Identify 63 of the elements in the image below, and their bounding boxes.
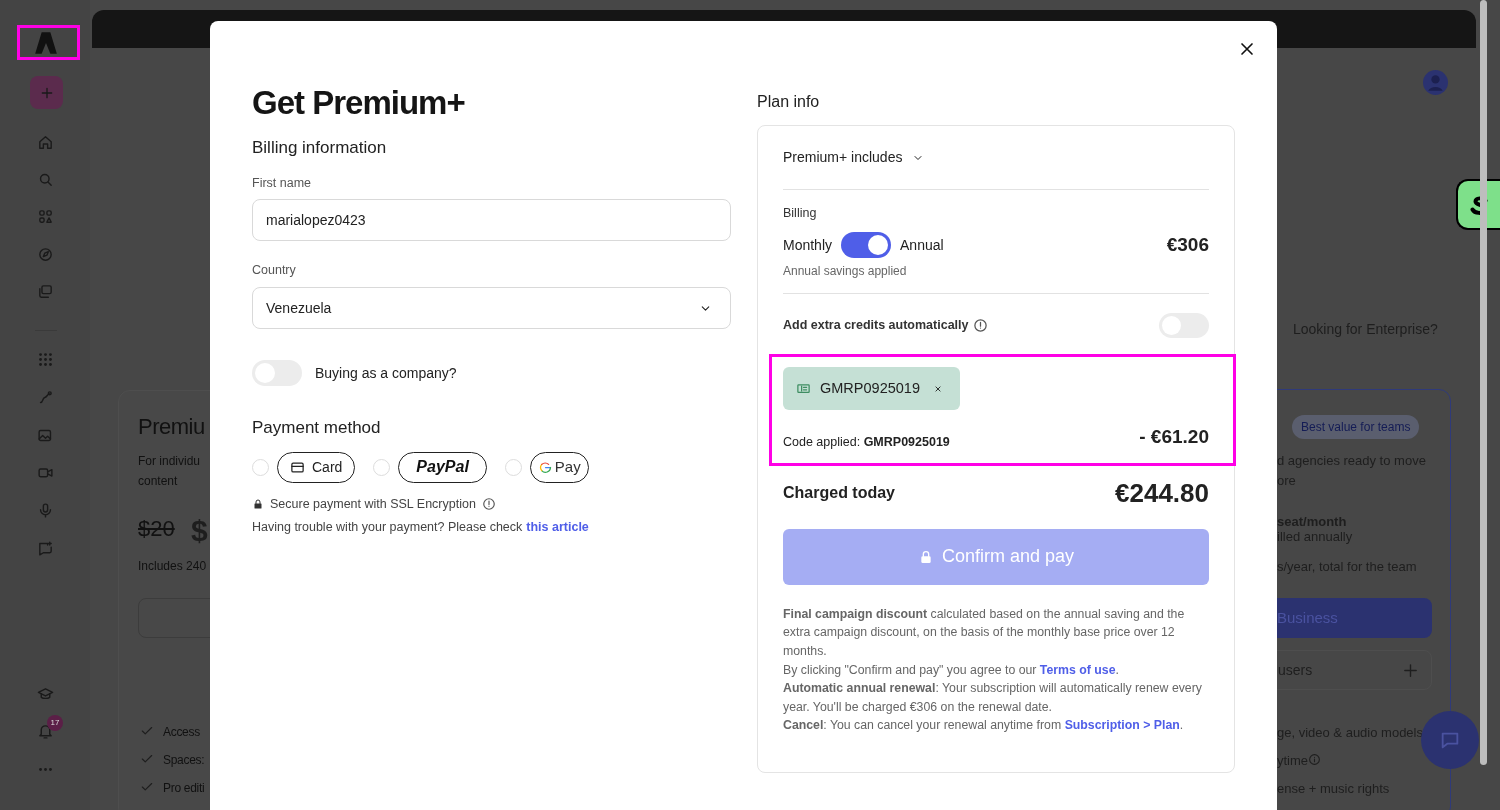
savings-note: Annual savings applied bbox=[783, 263, 908, 281]
period-label: Monthly bbox=[783, 235, 833, 255]
create-button[interactable] bbox=[30, 76, 63, 109]
apps-icon bbox=[37, 208, 54, 225]
check-icon bbox=[140, 780, 154, 794]
section-heading: Payment method bbox=[252, 417, 382, 439]
remove-icon[interactable] bbox=[932, 383, 943, 394]
highlight-frame bbox=[17, 25, 80, 60]
includes-dropdown[interactable]: Premium+ includes bbox=[783, 126, 1209, 190]
total-amount: €244.80 bbox=[1115, 476, 1209, 510]
check-icon bbox=[140, 752, 154, 766]
compass-icon bbox=[37, 246, 54, 263]
plan-price: $ bbox=[191, 513, 208, 549]
home-icon bbox=[37, 134, 54, 151]
old-price: $20 bbox=[138, 515, 175, 543]
legal-text: By clicking "Confirm and pay" you agree to our Terms of use. bbox=[783, 661, 1120, 679]
code-applied-text: Code applied: GMRP0925019 bbox=[783, 434, 950, 451]
country-select[interactable]: Venezuela bbox=[252, 287, 731, 329]
billing-label: Billing bbox=[783, 205, 818, 222]
field-label: First name bbox=[252, 174, 313, 192]
plan-title: Premiu bbox=[138, 413, 205, 441]
plan-price: €306 bbox=[1166, 232, 1209, 257]
charged-label: Charged today bbox=[783, 482, 895, 503]
info-icon bbox=[1308, 753, 1321, 766]
period-label: Annual bbox=[900, 235, 944, 255]
billing-period-toggle[interactable] bbox=[841, 232, 892, 258]
plan-description: content bbox=[138, 473, 178, 490]
microphone-icon bbox=[37, 502, 54, 519]
google-g-icon bbox=[537, 459, 553, 475]
info-icon bbox=[973, 317, 989, 333]
discount-amount: - €61.20 bbox=[1139, 425, 1209, 450]
grid-icon bbox=[37, 351, 54, 368]
search-icon bbox=[37, 171, 54, 188]
field-label: Country bbox=[252, 262, 297, 280]
extra-credits-label: Add extra credits automatically bbox=[783, 316, 969, 334]
field-value: marialopez0423 bbox=[266, 210, 366, 230]
legal-text: Final campaign discount calculated based on the annual saving and the extra campaign discount, on the basis of the monthly base price over 12 months. bbox=[783, 605, 1186, 660]
article-link[interactable]: this article bbox=[526, 518, 589, 537]
plus-icon bbox=[1402, 661, 1419, 679]
image-icon bbox=[37, 427, 54, 444]
check-icon bbox=[140, 724, 154, 738]
toggle-label: Buying as a company? bbox=[315, 363, 457, 383]
help-text: Having trouble with your payment? Please check bbox=[252, 519, 523, 537]
coupon-chip[interactable]: GMRP0925019 bbox=[783, 367, 960, 411]
field-value: Venezuela bbox=[266, 298, 332, 318]
avatar-icon[interactable] bbox=[1423, 70, 1448, 95]
lock-icon bbox=[252, 497, 264, 510]
folders-icon bbox=[37, 283, 54, 300]
dialog-title: Get Premium+ bbox=[252, 83, 466, 123]
scrollbar[interactable] bbox=[1480, 0, 1487, 765]
section-heading: Billing information bbox=[252, 137, 388, 159]
legal-text: Cancel: You can cancel your renewal anytime from Subscription > Plan. bbox=[783, 717, 1185, 735]
chat-sparkle-icon bbox=[37, 540, 54, 557]
bell-icon bbox=[37, 723, 54, 740]
legal-link[interactable]: Subscription > Plan bbox=[1064, 718, 1180, 733]
plan-badge: Best value for teams bbox=[1292, 415, 1420, 439]
curve-icon bbox=[37, 389, 54, 406]
section-heading: Plan info bbox=[757, 92, 821, 112]
first-name-field[interactable]: marialopez0423 bbox=[252, 199, 731, 242]
info-icon bbox=[481, 496, 496, 511]
credit-card-icon bbox=[290, 459, 305, 475]
secure-note: Secure payment with SSL Encryption bbox=[270, 495, 476, 513]
legal-text: Automatic annual renewal: Your subscription will automatically renew every year. You'll be charged €306 on the renewal date. bbox=[783, 680, 1203, 716]
